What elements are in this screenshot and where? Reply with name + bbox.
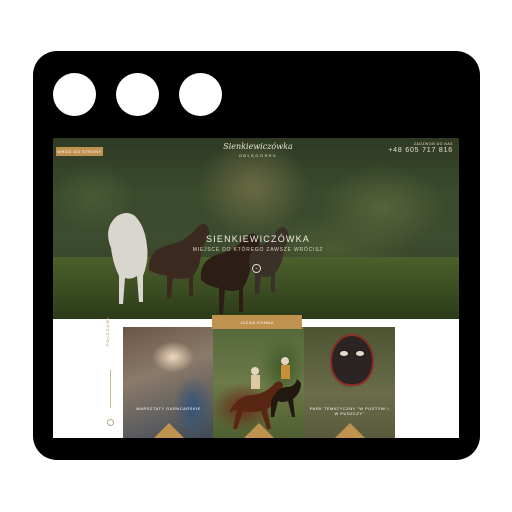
- back-to-site-button[interactable]: WRÓĆ DO STRONY: [56, 147, 103, 156]
- window-control-dot[interactable]: [53, 73, 96, 116]
- tribal-mask-image: [330, 334, 374, 386]
- hero-title: SIENKIEWICZÓWKA: [205, 234, 310, 244]
- header-contact: ZADZWOŃ DO NAS +48 605 717 816: [388, 142, 453, 154]
- card-theme-park[interactable]: PARK TEMATYCZNY "W PUSTYNI I W PUSZCZY": [304, 327, 395, 438]
- hero-subtitle: MIEJSCE DO KTÓREGO ZAWSZE WRÓCISZ: [192, 247, 324, 253]
- side-label: POLECAMY: [105, 315, 110, 346]
- horses-illustration: [108, 213, 289, 314]
- site-logo[interactable]: Sienkiewiczówka OBLĘGOREK: [223, 142, 293, 158]
- card-image: [123, 327, 214, 438]
- window-control-dot[interactable]: [116, 73, 159, 116]
- card-caption: PARK TEMATYCZNY "W PUSTYNI I W PUSZCZY": [309, 406, 390, 416]
- logo-script-text: Sienkiewiczówka: [223, 142, 293, 151]
- card-accent-triangle: [242, 423, 275, 438]
- phone-link[interactable]: +48 605 717 816: [388, 147, 453, 154]
- card-horse-riding[interactable]: [213, 327, 304, 438]
- riders-illustration: [229, 357, 301, 429]
- card-accent-triangle: [152, 423, 185, 438]
- chevron-down-icon[interactable]: ⌄: [252, 264, 261, 273]
- browser-window: WRÓĆ DO STRONY Sienkiewiczówka OBLĘGOREK…: [33, 51, 480, 460]
- contact-label: ZADZWOŃ DO NAS: [413, 142, 453, 146]
- side-divider: [110, 370, 111, 408]
- logo-subtitle: OBLĘGOREK: [238, 153, 278, 158]
- card-pottery-workshop[interactable]: WARSZTATY GARNCARSKIE: [123, 327, 214, 438]
- side-nav-dot[interactable]: [107, 419, 114, 426]
- window-control-dot[interactable]: [179, 73, 222, 116]
- section-tag[interactable]: JAZDA KONNA: [212, 315, 302, 329]
- hero-banner: WRÓĆ DO STRONY Sienkiewiczówka OBLĘGOREK…: [53, 138, 459, 319]
- website-viewport: WRÓĆ DO STRONY Sienkiewiczówka OBLĘGOREK…: [53, 138, 459, 438]
- card-caption: WARSZTATY GARNCARSKIE: [136, 406, 201, 411]
- card-accent-triangle: [333, 423, 366, 438]
